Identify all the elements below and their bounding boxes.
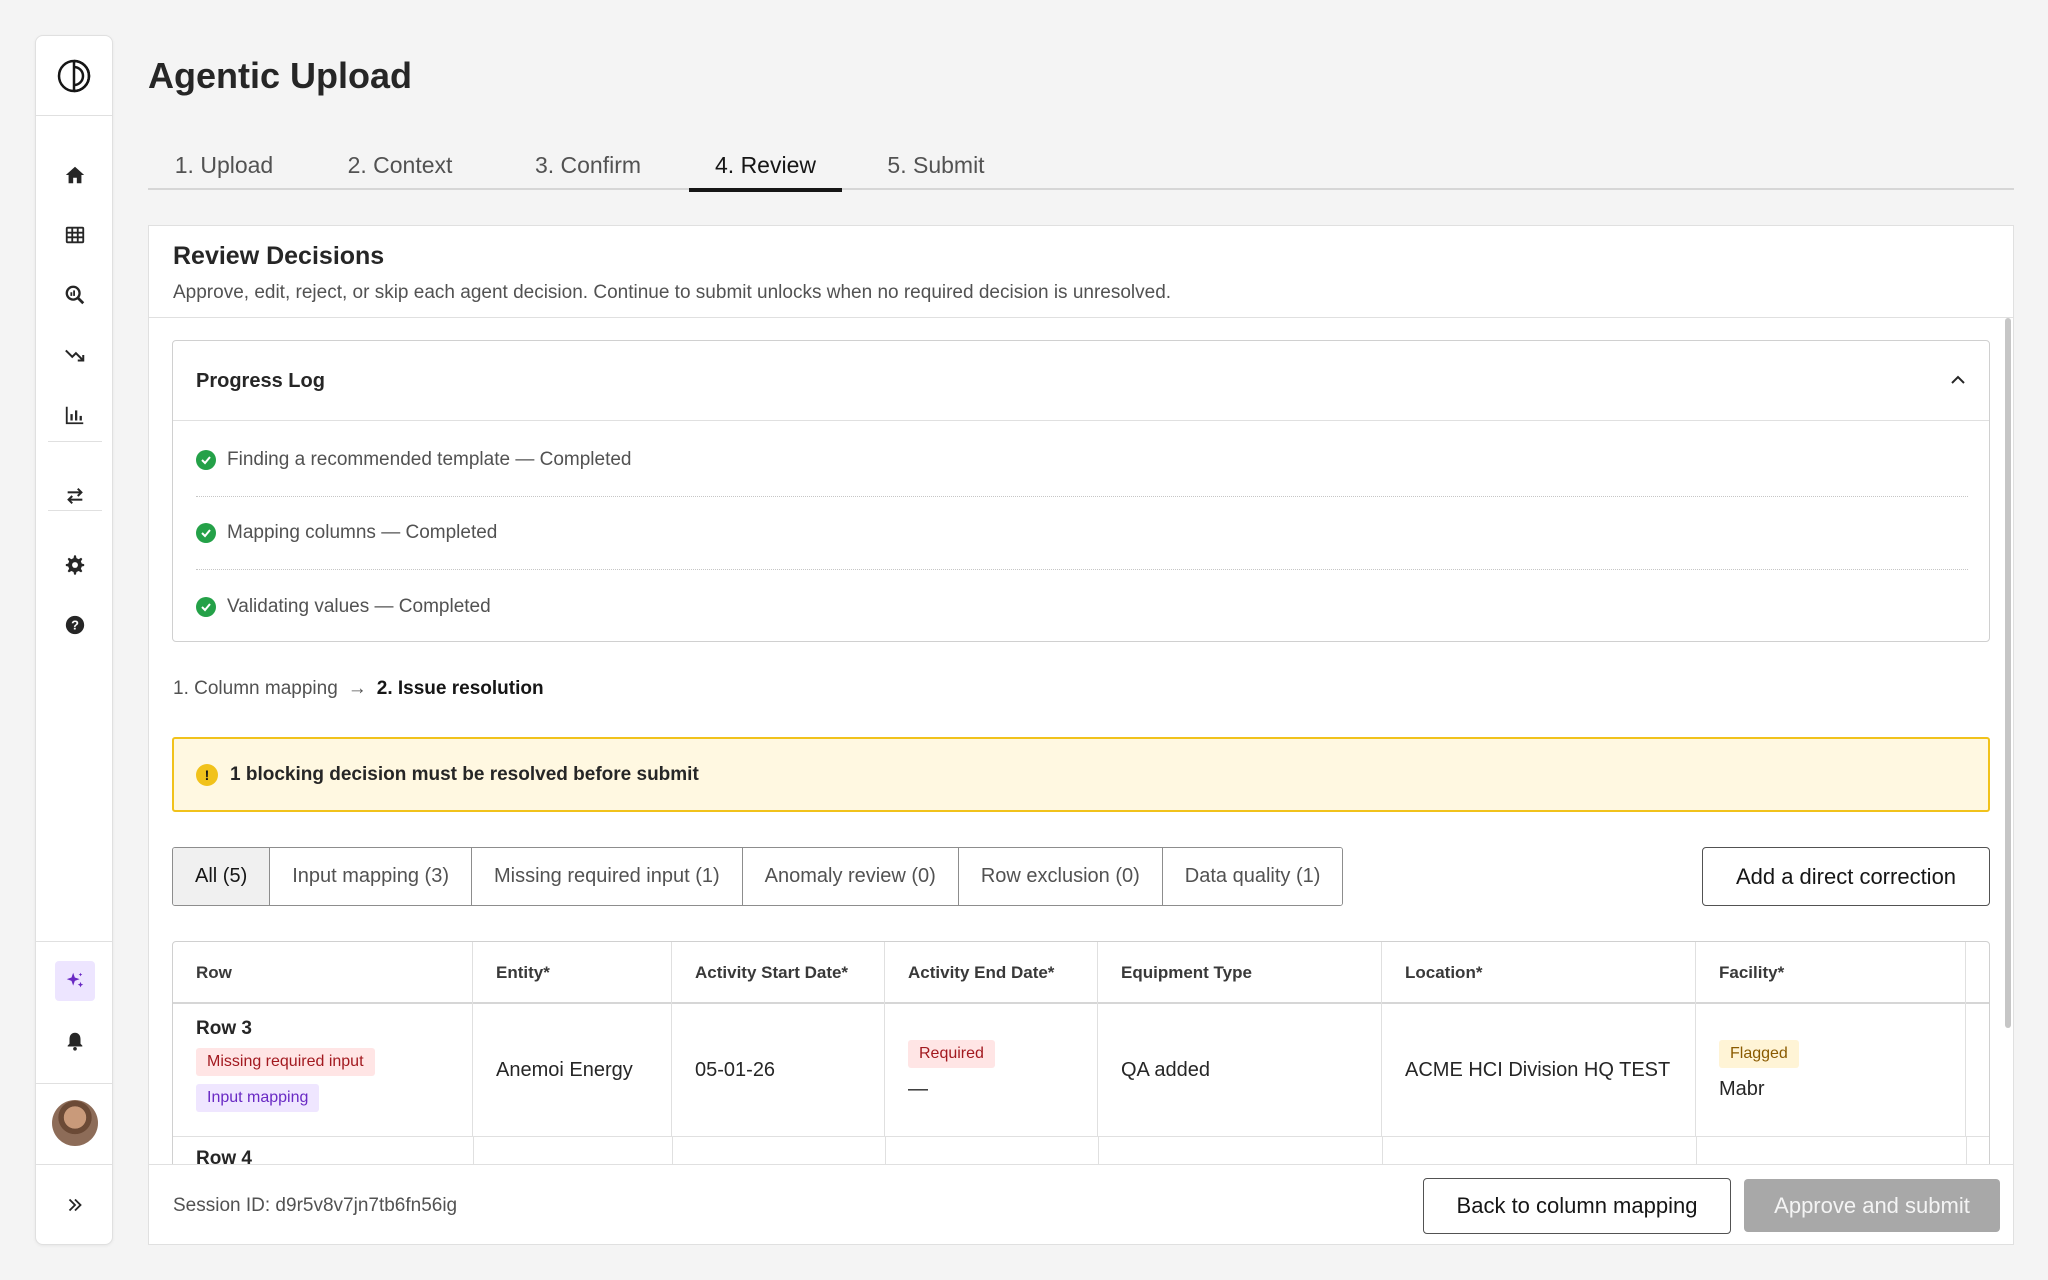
progress-log-item: Mapping columns — Completed	[196, 497, 1968, 570]
progress-log-title: Progress Log	[196, 370, 325, 392]
table-cell-end-date[interactable]: Required —	[885, 1004, 1098, 1136]
filter-input-mapping[interactable]: Input mapping (3)	[270, 848, 472, 905]
breadcrumb: 1. Column mapping → 2. Issue resolution	[173, 678, 544, 700]
end-date-value: —	[908, 1077, 928, 1100]
breadcrumb-step-column-mapping[interactable]: 1. Column mapping	[173, 678, 338, 700]
warning-icon: !	[196, 763, 218, 786]
table-cell-start-date[interactable]: 05-01-26	[672, 1004, 885, 1136]
check-circle-icon	[196, 596, 216, 617]
sidebar-divider	[36, 941, 112, 942]
bar-chart-icon[interactable]	[55, 395, 95, 435]
gear-icon[interactable]	[55, 545, 95, 585]
warning-text: 1 blocking decision must be resolved bef…	[230, 763, 699, 785]
table-cell-equipment-type[interactable]: QA added	[1098, 1004, 1382, 1136]
filter-all[interactable]: All (5)	[173, 848, 271, 905]
progress-log: Progress Log Finding a recommended templ…	[172, 340, 1990, 642]
approve-and-submit-button[interactable]: Approve and submit	[1744, 1179, 2000, 1232]
table-header-row: Row Entity* Activity Start Date* Activit…	[173, 942, 1989, 1004]
trend-down-icon[interactable]	[55, 335, 95, 375]
logo[interactable]	[36, 36, 112, 116]
column-header-row: Row	[173, 942, 473, 1004]
progress-log-text: Finding a recommended template — Complet…	[227, 449, 632, 470]
search-analytics-icon[interactable]	[55, 275, 95, 315]
column-header-entity: Entity*	[473, 942, 672, 1004]
row-divider	[173, 1136, 1989, 1137]
avatar[interactable]	[52, 1100, 98, 1146]
step-tabs: 1. Upload 2. Context 3. Confirm 4. Revie…	[148, 140, 2014, 192]
tab-confirm[interactable]: 3. Confirm	[506, 140, 670, 190]
chevron-up-icon[interactable]	[1949, 371, 1967, 389]
breadcrumb-step-issue-resolution: 2. Issue resolution	[376, 678, 544, 699]
tab-context[interactable]: 2. Context	[320, 140, 480, 190]
tag-required: Required	[908, 1039, 995, 1068]
home-icon[interactable]	[55, 155, 95, 195]
progress-log-item: Validating values — Completed	[196, 570, 1968, 643]
add-direct-correction-button[interactable]: Add a direct correction	[1702, 847, 1990, 906]
sidebar-divider	[48, 441, 102, 442]
tab-upload[interactable]: 1. Upload	[148, 140, 300, 190]
filter-data-quality[interactable]: Data quality (1)	[1162, 848, 1343, 905]
card-header: Review Decisions Approve, edit, reject, …	[149, 226, 2013, 318]
tag-flagged: Flagged	[1719, 1039, 1799, 1068]
progress-log-header[interactable]: Progress Log	[173, 341, 1989, 421]
column-header-activity-end-date: Activity End Date*	[885, 942, 1098, 1004]
filter-missing-required-input[interactable]: Missing required input (1)	[472, 848, 743, 905]
check-circle-icon	[196, 450, 216, 470]
table-cell-entity[interactable]: Anemoi Energy	[473, 1004, 672, 1136]
table-icon[interactable]	[55, 215, 95, 255]
progress-log-text: Mapping columns — Completed	[227, 522, 498, 543]
review-subtitle: Approve, edit, reject, or skip each agen…	[173, 282, 1172, 303]
review-card: Review Decisions Approve, edit, reject, …	[148, 225, 2014, 1245]
back-to-column-mapping-button[interactable]: Back to column mapping	[1423, 1178, 1731, 1234]
sidebar-divider	[36, 1083, 112, 1084]
tab-review[interactable]: 4. Review	[689, 140, 842, 192]
arrow-right-icon: →	[347, 678, 367, 699]
table-cell-facility[interactable]: Flagged Mabr	[1696, 1004, 1966, 1136]
expand-icon[interactable]	[55, 1185, 95, 1225]
logo-icon	[57, 59, 91, 92]
column-header-equipment-type: Equipment Type	[1098, 942, 1382, 1004]
filter-anomaly-review[interactable]: Anomaly review (0)	[742, 848, 959, 905]
facility-value: Mabr	[1719, 1077, 1765, 1100]
progress-log-item: Finding a recommended template — Complet…	[196, 424, 1968, 497]
filter-row-exclusion[interactable]: Row exclusion (0)	[958, 848, 1163, 905]
decision-filter-group: All (5) Input mapping (3) Missing requir…	[172, 847, 1344, 906]
svg-text:?: ?	[71, 618, 79, 633]
check-circle-icon	[196, 523, 216, 543]
scrollbar[interactable]	[2005, 318, 2011, 1028]
progress-log-text: Validating values — Completed	[227, 595, 491, 617]
review-title: Review Decisions	[173, 242, 385, 270]
column-header-activity-start-date: Activity Start Date*	[672, 942, 885, 1004]
table-cell-location[interactable]: ACME HCI Division HQ TEST	[1382, 1004, 1696, 1136]
blocking-warning: ! 1 blocking decision must be resolved b…	[172, 737, 1990, 812]
tag-missing-required-input: Missing required input	[196, 1048, 375, 1076]
column-header-location: Location*	[1382, 942, 1696, 1004]
bell-icon[interactable]	[55, 1021, 95, 1061]
sidebar: ?	[35, 35, 113, 1245]
page-title: Agentic Upload	[148, 55, 413, 96]
session-id: Session ID: d9r5v8v7jn7tb6fn56ig	[173, 1195, 458, 1216]
sparkle-icon[interactable]	[55, 961, 95, 1001]
tab-submit[interactable]: 5. Submit	[860, 140, 1012, 190]
column-header-facility: Facility*	[1696, 942, 1966, 1004]
sidebar-divider	[48, 510, 102, 511]
card-footer: Session ID: d9r5v8v7jn7tb6fn56ig Back to…	[149, 1164, 2013, 1244]
tag-input-mapping: Input mapping	[196, 1084, 320, 1112]
sidebar-divider	[36, 1164, 112, 1165]
row-label: Row 3	[196, 1018, 252, 1039]
table-cell-row: Row 3 Missing required input Input mappi…	[173, 1004, 473, 1136]
help-icon[interactable]: ?	[55, 605, 95, 645]
